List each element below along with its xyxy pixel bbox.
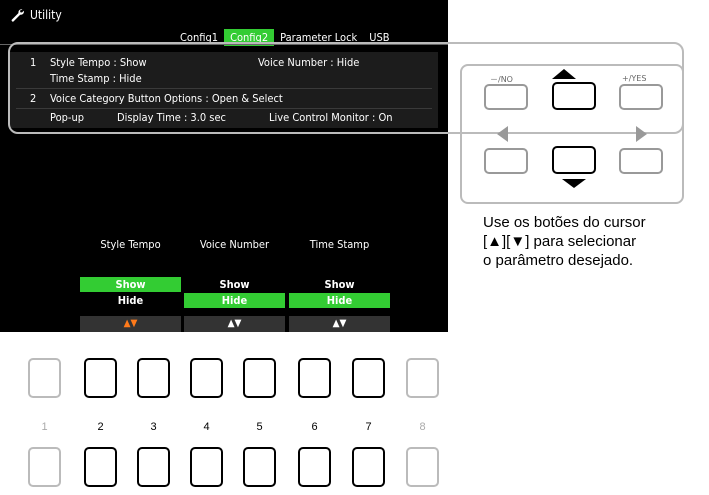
screen-title: Utility [10,8,62,22]
cursor-button-panel: －/NO +/YES [460,64,684,204]
column-voice-number: Voice Number Show Hide ▲▼ [184,238,285,332]
cursor-right-button[interactable] [619,148,663,174]
yes-button[interactable] [619,84,663,110]
cursor-left-button[interactable] [484,148,528,174]
column-header: Voice Number [199,238,270,251]
upper-button-5[interactable] [243,358,276,398]
instruction-text: Use os botões do cursor [▲][▼] para sele… [483,213,709,270]
button-number-6: 6 [311,421,318,433]
cursor-up-indicator-icon [552,69,576,79]
column-time-stamp: Time Stamp Show Hide ▲▼ [289,238,390,332]
button-number-4: 4 [203,421,210,433]
lower-button-5[interactable] [243,447,276,487]
button-number-2: 2 [97,421,104,433]
upper-button-2[interactable] [84,358,117,398]
button-number-5: 5 [256,421,263,433]
lower-button-4[interactable] [190,447,223,487]
column-style-tempo: Style Tempo Show Hide ▲▼ [80,238,181,332]
updown-arrows-icon: ▲▼ [184,316,285,332]
no-button[interactable] [484,84,528,110]
cursor-right-indicator-icon [636,126,647,142]
button-number-3: 3 [150,421,157,433]
lower-button-6[interactable] [298,447,331,487]
lower-button-1[interactable] [28,447,61,487]
instruction-line-3: o parâmetro desejado. [483,252,634,269]
cursor-down-button[interactable] [552,146,596,174]
wrench-icon [11,9,24,22]
column-header: Style Tempo [100,238,161,251]
upper-button-3[interactable] [137,358,170,398]
instruction-line-1: Use os botões do cursor [483,214,646,231]
option-show[interactable]: Show [80,277,181,292]
upper-button-8[interactable] [406,358,439,398]
lower-button-2[interactable] [84,447,117,487]
upper-button-4[interactable] [190,358,223,398]
instruction-line-2: [▲][▼] para selecionar [483,233,637,250]
yes-label: +/YES [622,74,647,83]
option-hide[interactable]: Hide [289,293,390,308]
screen-title-text: Utility [30,8,62,22]
option-hide[interactable]: Hide [80,293,181,308]
button-number-7: 7 [365,421,372,433]
upper-button-6[interactable] [298,358,331,398]
upper-button-7[interactable] [352,358,385,398]
column-header: Time Stamp [309,238,370,251]
lower-button-7[interactable] [352,447,385,487]
option-hide[interactable]: Hide [184,293,285,308]
parameter-columns: Style Tempo Show Hide ▲▼ Voice Number Sh… [80,238,448,332]
lower-button-3[interactable] [137,447,170,487]
updown-arrows-icon: ▲▼ [289,316,390,332]
button-number-1: 1 [41,421,48,433]
lower-button-8[interactable] [406,447,439,487]
cursor-down-indicator-icon [562,179,586,188]
option-show[interactable]: Show [289,277,390,292]
updown-arrows-icon: ▲▼ [80,316,181,332]
upper-button-1[interactable] [28,358,61,398]
cursor-up-button[interactable] [552,82,596,110]
cursor-left-indicator-icon [497,126,508,142]
button-number-8: 8 [419,421,426,433]
option-show[interactable]: Show [184,277,285,292]
